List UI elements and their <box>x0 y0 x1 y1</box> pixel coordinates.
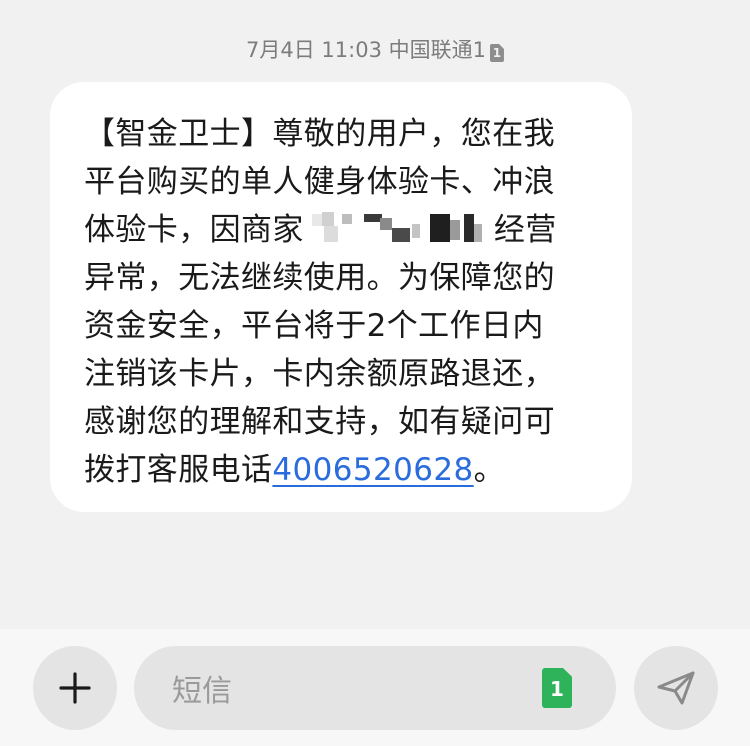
sim-select-icon[interactable]: 1 <box>542 668 572 708</box>
timestamp-text: 7月4日 11:03 中国联通1 <box>246 38 486 62</box>
message-line: 体验卡，因商家 经营 <box>84 206 602 254</box>
message-line: 拨打客服电话4006520628。 <box>84 446 602 494</box>
message-line-suffix: 经营 <box>493 212 557 248</box>
message-line: 【智金卫士】尊敬的用户，您在我 <box>84 116 555 152</box>
sim-card-icon: 1 <box>489 44 504 62</box>
message-bubble[interactable]: 【智金卫士】尊敬的用户，您在我 平台购买的单人健身体验卡、冲浪 体验卡，因商家 … <box>50 82 632 512</box>
message-line: 注销该卡片，卡内余额原路退还， <box>84 356 555 392</box>
send-icon <box>657 671 695 705</box>
message-line: 资金安全，平台将于2个工作日内 <box>84 308 544 344</box>
message-line: 感谢您的理解和支持，如有疑问可 <box>84 404 555 440</box>
message-line: 平台购买的单人健身体验卡、冲浪 <box>84 164 555 200</box>
message-line-text: 体验卡，因商家 <box>84 212 304 248</box>
sms-input-placeholder: 短信 <box>172 674 232 709</box>
phone-number-link[interactable]: 4006520628 <box>272 452 473 488</box>
plus-icon <box>59 672 91 704</box>
add-attachment-button[interactable] <box>33 646 117 730</box>
message-line: 异常，无法继续使用。为保障您的 <box>84 260 555 296</box>
message-timestamp: 7月4日 11:03 中国联通1 1 <box>0 36 750 64</box>
send-button[interactable] <box>634 646 718 730</box>
message-end-punct: 。 <box>473 452 506 488</box>
message-line-text: 拨打客服电话 <box>84 452 273 488</box>
redacted-merchant-name <box>311 208 494 248</box>
sms-input-field[interactable]: 短信 1 <box>134 646 616 730</box>
